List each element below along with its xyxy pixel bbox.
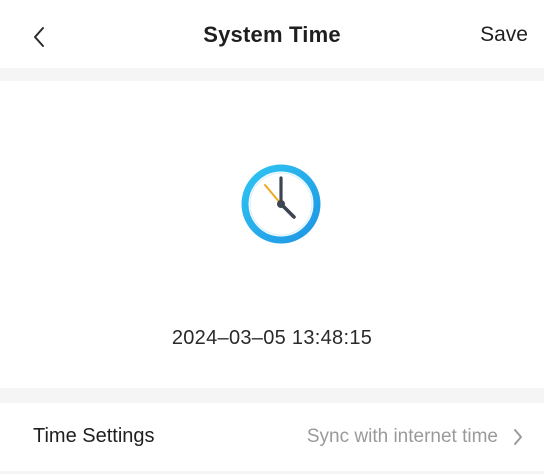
- current-datetime: 2024–03–05 13:48:15: [171, 327, 373, 349]
- system-time-screen: System Time Save 2024–03–05 13:48:15 Tim…: [0, 0, 544, 474]
- top-bar: System Time Save: [0, 0, 544, 68]
- time-settings-value: Sync with internet time: [306, 426, 498, 447]
- save-button[interactable]: Save: [480, 23, 528, 47]
- time-settings-label: Time Settings: [33, 425, 155, 447]
- chevron-right-icon: [514, 429, 522, 445]
- time-settings-row[interactable]: Time Settings Sync with internet time: [0, 403, 544, 471]
- system-time-card: 2024–03–05 13:48:15: [0, 81, 544, 388]
- page-title: System Time: [203, 22, 341, 47]
- clock-icon: [241, 164, 321, 244]
